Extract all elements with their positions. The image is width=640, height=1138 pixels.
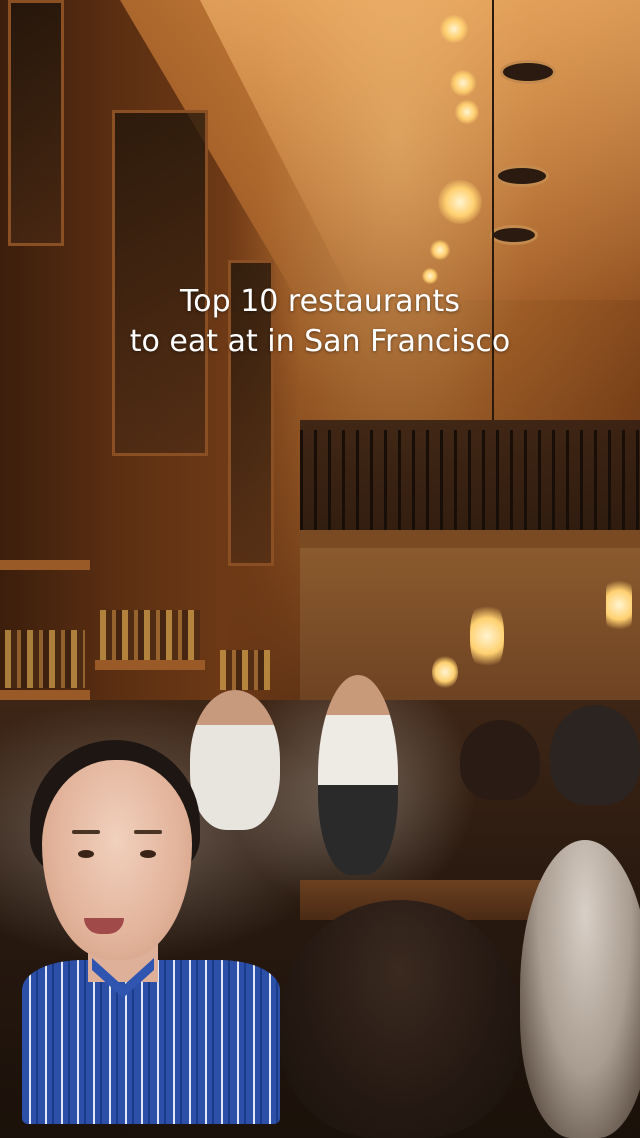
eyebrow — [134, 830, 162, 834]
eye — [140, 850, 156, 858]
bottle-display — [5, 630, 85, 688]
mezzanine-floor — [300, 530, 640, 548]
ceiling-vent — [490, 225, 538, 245]
pendant-light — [606, 575, 632, 635]
shelf — [0, 560, 90, 570]
mezzanine-railing — [300, 430, 640, 530]
diner — [520, 840, 640, 1138]
ceiling-light — [440, 15, 468, 43]
shelf — [95, 660, 205, 670]
diner — [280, 900, 520, 1138]
wall-window — [8, 0, 64, 246]
ceiling-light — [430, 240, 450, 260]
bottle-display — [100, 610, 200, 660]
creator-facecam — [22, 732, 280, 1124]
eyebrow — [72, 830, 100, 834]
ceiling-vent — [500, 60, 556, 84]
video-frame[interactable]: Top 10 restaurants to eat at in San Fran… — [0, 0, 640, 1138]
waiter — [318, 675, 398, 875]
pendant-light — [432, 655, 458, 689]
eye — [78, 850, 94, 858]
ceiling-vent — [495, 165, 549, 187]
striped-shirt — [22, 960, 280, 1124]
title-line: Top 10 restaurants — [180, 284, 460, 319]
title-line: to eat at in San Francisco — [129, 324, 511, 359]
video-title: Top 10 restaurants to eat at in San Fran… — [0, 282, 640, 362]
diner — [550, 705, 640, 805]
diner — [460, 720, 540, 800]
ceiling-light — [438, 180, 482, 224]
ceiling-light — [450, 70, 476, 96]
pendant-light — [470, 600, 504, 672]
shelf — [0, 690, 90, 700]
bottle-display — [220, 650, 270, 690]
ceiling-light — [455, 100, 479, 124]
